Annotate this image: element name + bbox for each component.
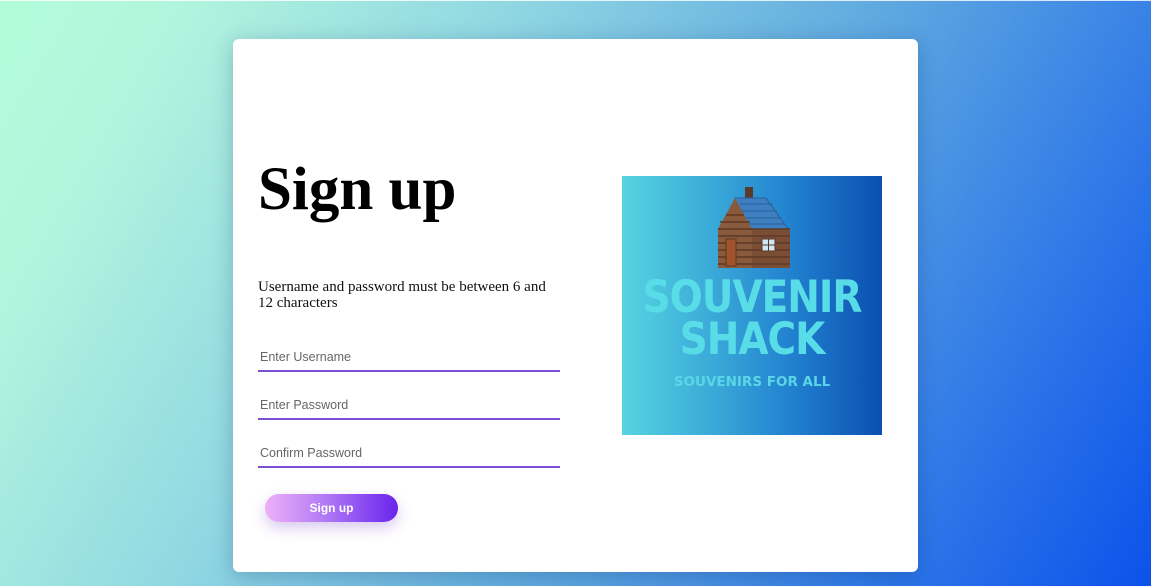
- password-input[interactable]: [258, 392, 560, 420]
- confirm-password-input[interactable]: [258, 440, 560, 468]
- signup-card: Sign up Username and password must be be…: [233, 39, 918, 572]
- logo-title-line2: SHACK: [679, 313, 826, 366]
- page-top-border: [0, 0, 1151, 1]
- username-input[interactable]: [258, 344, 560, 372]
- signup-button[interactable]: Sign up: [265, 494, 398, 522]
- logo-tagline: SOUVENIRS FOR ALL: [673, 374, 831, 390]
- page-title: Sign up: [258, 156, 457, 223]
- credentials-hint: Username and password must be between 6 …: [258, 279, 546, 311]
- souvenir-shack-logo: SOUVENIR SHACK SOUVENIRS FOR ALL: [622, 176, 882, 435]
